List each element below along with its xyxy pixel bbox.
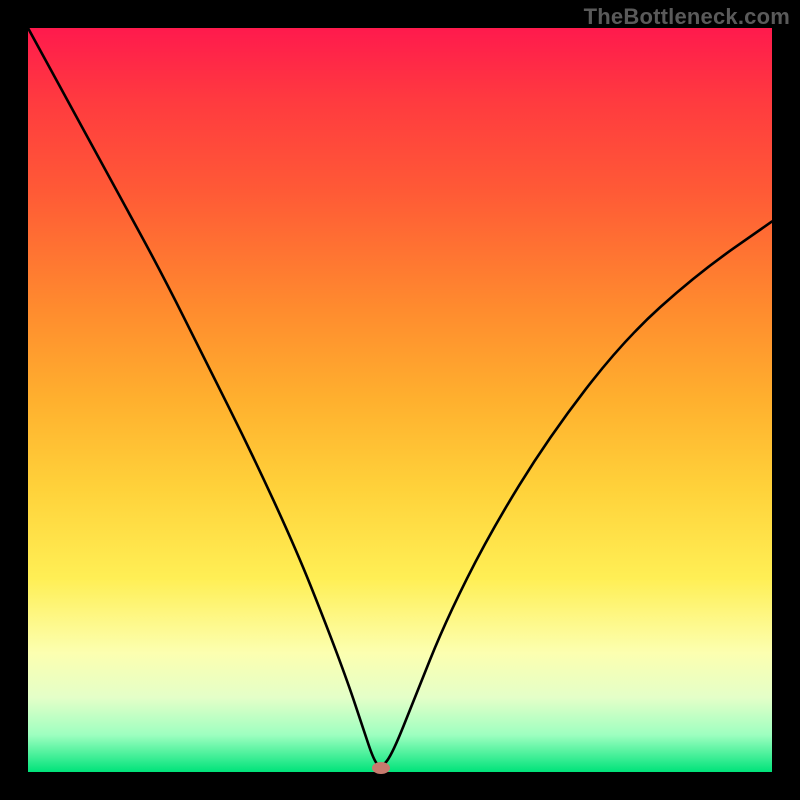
optimal-point-marker	[372, 762, 390, 774]
plot-area	[28, 28, 772, 772]
curve-path	[28, 28, 772, 766]
bottleneck-curve	[28, 28, 772, 772]
chart-frame: TheBottleneck.com	[0, 0, 800, 800]
watermark-text: TheBottleneck.com	[584, 4, 790, 30]
